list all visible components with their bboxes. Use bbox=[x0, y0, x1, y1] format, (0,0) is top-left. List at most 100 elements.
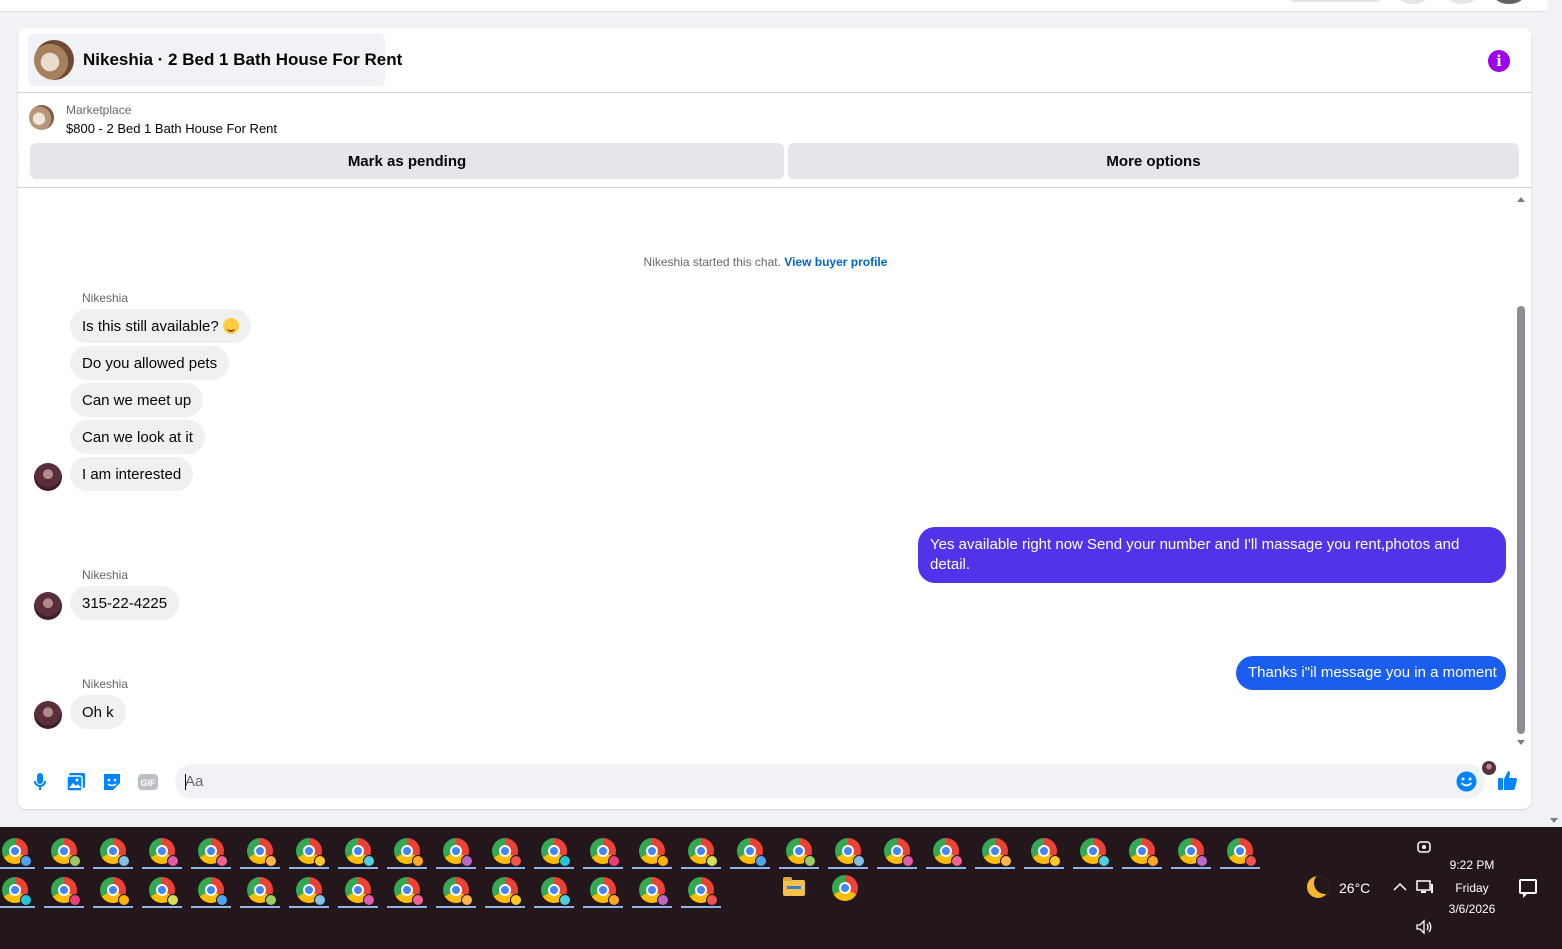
photo-icon[interactable] bbox=[65, 771, 87, 793]
chrome-profile-window-icon[interactable] bbox=[1129, 838, 1159, 867]
page-scroll-down-arrow-icon[interactable] bbox=[1550, 818, 1558, 823]
running-app-indicator bbox=[583, 906, 623, 908]
sender-avatar[interactable] bbox=[34, 701, 62, 729]
chrome-profile-window-icon[interactable] bbox=[492, 877, 522, 906]
chrome-profile-window-icon[interactable] bbox=[1227, 838, 1257, 867]
like-icon[interactable] bbox=[1497, 769, 1519, 791]
message-scrollbar[interactable] bbox=[1513, 191, 1531, 751]
chrome-profile-window-icon[interactable] bbox=[443, 838, 473, 867]
sticker-icon[interactable] bbox=[101, 771, 123, 793]
top-profile-avatar[interactable] bbox=[1494, 0, 1524, 4]
chrome-profile-window-icon[interactable] bbox=[688, 877, 718, 906]
chrome-profile-window-icon[interactable] bbox=[345, 877, 375, 906]
chrome-profile-window-icon[interactable] bbox=[443, 877, 473, 906]
weather-temperature[interactable]: 26°C bbox=[1339, 880, 1370, 896]
incoming-message: Can we meet up bbox=[70, 383, 204, 417]
info-icon[interactable]: i bbox=[1488, 50, 1510, 72]
microphone-icon[interactable] bbox=[29, 771, 51, 793]
top-menu-icon[interactable] bbox=[1398, 0, 1428, 4]
message-input[interactable] bbox=[185, 764, 1445, 799]
profile-badge-icon bbox=[216, 894, 228, 906]
clock-time[interactable]: 9:22 PM bbox=[1438, 858, 1506, 872]
page-scrollbar[interactable] bbox=[1547, 0, 1562, 827]
chrome-profile-window-icon[interactable] bbox=[688, 838, 718, 867]
chrome-profile-window-icon[interactable] bbox=[2, 877, 32, 906]
scroll-thumb[interactable] bbox=[1517, 306, 1525, 734]
chrome-profile-window-icon[interactable] bbox=[149, 838, 179, 867]
chat-title-button[interactable]: Nikeshia · 2 Bed 1 Bath House For Rent bbox=[28, 33, 402, 86]
message-text: Is this still available? bbox=[82, 317, 219, 335]
chrome-profile-window-icon[interactable] bbox=[835, 838, 865, 867]
profile-badge-icon bbox=[1098, 855, 1110, 867]
chrome-profile-window-icon[interactable] bbox=[100, 838, 130, 867]
chrome-profile-window-icon[interactable] bbox=[198, 838, 228, 867]
chrome-profile-window-icon[interactable] bbox=[541, 877, 571, 906]
chrome-profile-window-icon[interactable] bbox=[639, 877, 669, 906]
profile-badge-icon bbox=[265, 855, 277, 867]
volume-icon[interactable] bbox=[1415, 919, 1433, 938]
notifications-icon[interactable] bbox=[1519, 879, 1537, 898]
profile-badge-icon bbox=[118, 855, 130, 867]
running-app-indicator bbox=[1122, 867, 1162, 869]
chrome-profile-window-icon[interactable] bbox=[590, 838, 620, 867]
profile-badge-icon bbox=[951, 855, 963, 867]
chrome-profile-window-icon[interactable] bbox=[884, 838, 914, 867]
chrome-profile-window-icon[interactable] bbox=[198, 877, 228, 906]
listing-thumbnail[interactable] bbox=[29, 105, 54, 130]
profile-badge-icon bbox=[1196, 855, 1208, 867]
running-app-indicator bbox=[142, 867, 182, 869]
chrome-profile-window-icon[interactable] bbox=[737, 838, 767, 867]
chrome-profile-window-icon[interactable] bbox=[492, 838, 522, 867]
chrome-profile-window-icon[interactable] bbox=[786, 838, 816, 867]
chrome-profile-window-icon[interactable] bbox=[51, 838, 81, 867]
top-notification-icon[interactable] bbox=[1447, 0, 1477, 4]
chrome-icon[interactable] bbox=[832, 875, 858, 901]
network-icon[interactable] bbox=[1416, 879, 1434, 898]
view-buyer-profile-link[interactable]: View buyer profile bbox=[784, 255, 887, 269]
weather-moon-icon[interactable] bbox=[1307, 876, 1329, 898]
chrome-profile-window-icon[interactable] bbox=[1080, 838, 1110, 867]
chrome-profile-window-icon[interactable] bbox=[149, 877, 179, 906]
chrome-profile-window-icon[interactable] bbox=[2, 838, 32, 867]
chrome-profile-window-icon[interactable] bbox=[345, 838, 375, 867]
chrome-profile-window-icon[interactable] bbox=[100, 877, 130, 906]
profile-badge-icon bbox=[510, 894, 522, 906]
clock-day[interactable]: Friday bbox=[1438, 881, 1506, 895]
emoji-icon[interactable] bbox=[1456, 771, 1477, 792]
chrome-profile-window-icon[interactable] bbox=[296, 877, 326, 906]
chrome-profile-window-icon[interactable] bbox=[590, 877, 620, 906]
meet-now-icon[interactable] bbox=[1417, 839, 1431, 858]
sender-avatar[interactable] bbox=[34, 463, 62, 491]
chrome-profile-window-icon[interactable] bbox=[247, 838, 277, 867]
listing-price-title[interactable]: $800 - 2 Bed 1 Bath House For Rent bbox=[66, 121, 277, 136]
show-hidden-icons-chevron-icon[interactable] bbox=[1393, 879, 1407, 895]
chrome-profile-window-icon[interactable] bbox=[247, 877, 277, 906]
chrome-profile-window-icon[interactable] bbox=[51, 877, 81, 906]
chat-started-text: Nikeshia started this chat. bbox=[643, 255, 781, 269]
listing-banner: Marketplace $800 - 2 Bed 1 Bath House Fo… bbox=[18, 94, 1531, 188]
profile-badge-icon bbox=[657, 894, 669, 906]
scroll-up-arrow-icon[interactable] bbox=[1517, 197, 1525, 202]
running-app-indicator bbox=[93, 906, 133, 908]
running-app-indicator bbox=[485, 867, 525, 869]
chrome-profile-window-icon[interactable] bbox=[1178, 838, 1208, 867]
file-explorer-icon[interactable] bbox=[783, 877, 805, 896]
chrome-profile-window-icon[interactable] bbox=[394, 877, 424, 906]
more-options-button[interactable]: More options bbox=[788, 143, 1519, 179]
top-search-pill[interactable] bbox=[1290, 0, 1380, 2]
chrome-profile-window-icon[interactable] bbox=[982, 838, 1012, 867]
chrome-profile-window-icon[interactable] bbox=[296, 838, 326, 867]
chrome-profile-window-icon[interactable] bbox=[639, 838, 669, 867]
mark-as-pending-button[interactable]: Mark as pending bbox=[30, 143, 784, 179]
gif-icon[interactable]: GIF bbox=[137, 771, 159, 793]
running-app-indicator bbox=[0, 867, 35, 869]
chrome-profile-window-icon[interactable] bbox=[1031, 838, 1061, 867]
clock-date[interactable]: 3/6/2026 bbox=[1438, 902, 1506, 916]
message-input-container[interactable] bbox=[175, 764, 1485, 799]
chrome-profile-window-icon[interactable] bbox=[541, 838, 571, 867]
chrome-profile-window-icon[interactable] bbox=[394, 838, 424, 867]
scroll-down-arrow-icon[interactable] bbox=[1517, 740, 1525, 745]
sender-avatar[interactable] bbox=[34, 592, 62, 620]
chrome-profile-window-icon[interactable] bbox=[933, 838, 963, 867]
running-app-indicator bbox=[387, 906, 427, 908]
